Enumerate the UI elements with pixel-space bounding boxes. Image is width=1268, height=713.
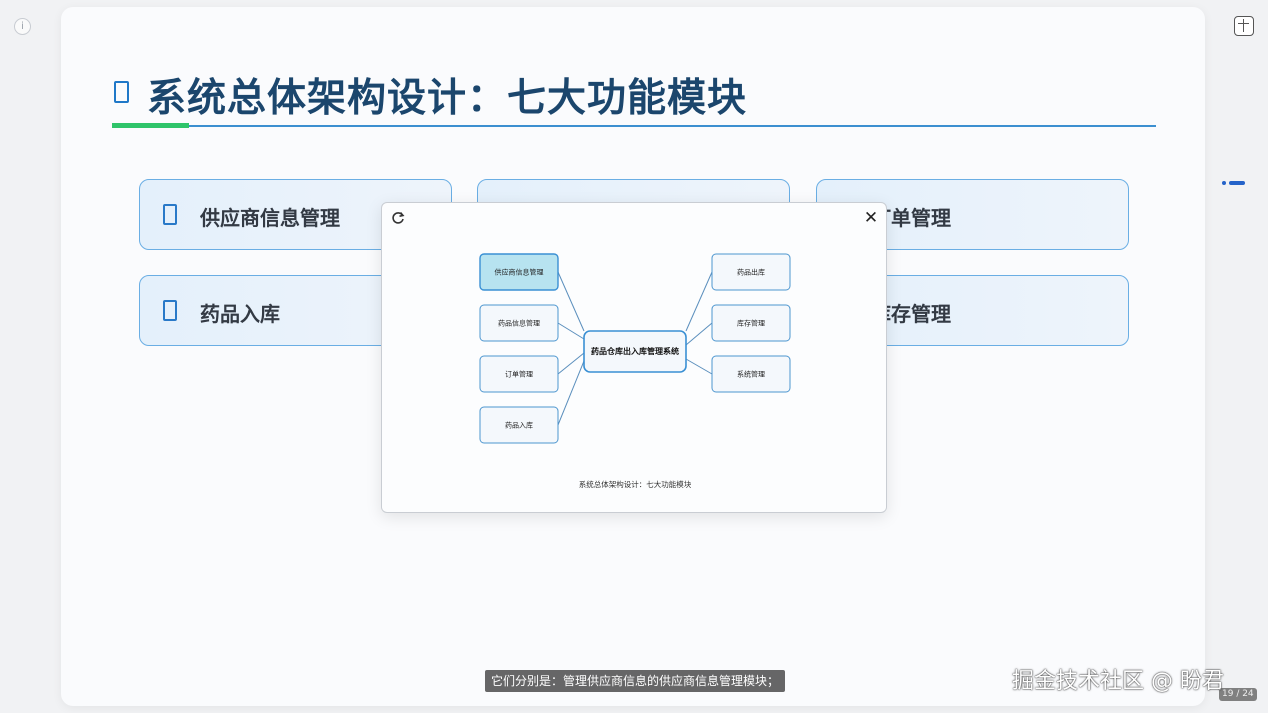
module-card-icon bbox=[163, 204, 177, 225]
mindmap-popup: ✕ 供应商信息管理 药品信息管理 订单管理 药品入库 药品仓库出入库管理系统 药… bbox=[381, 202, 887, 513]
module-card-icon bbox=[163, 300, 177, 321]
node-label: 供应商信息管理 bbox=[495, 268, 544, 277]
watermark: 掘金技术社区 @ 盼君 bbox=[1012, 669, 1224, 694]
node-order: 订单管理 bbox=[479, 355, 559, 393]
node-label: 药品出库 bbox=[737, 268, 765, 277]
info-icon[interactable]: i bbox=[14, 18, 31, 35]
node-label: 药品信息管理 bbox=[498, 319, 540, 328]
title-bullet-icon bbox=[114, 81, 129, 103]
node-inventory: 库存管理 bbox=[711, 304, 791, 342]
node-label: 订单管理 bbox=[505, 370, 533, 379]
node-inbound: 药品入库 bbox=[479, 406, 559, 444]
node-outbound: 药品出库 bbox=[711, 253, 791, 291]
module-card-label: 供应商信息管理 bbox=[200, 206, 340, 230]
fullscreen-toggle-icon[interactable] bbox=[1234, 16, 1254, 36]
node-system: 系统管理 bbox=[711, 355, 791, 393]
title-divider-accent bbox=[112, 123, 189, 128]
slide-title: 系统总体架构设计：七大功能模块 bbox=[147, 76, 748, 121]
diagram-caption: 系统总体架构设计：七大功能模块 bbox=[578, 480, 692, 489]
node-label: 系统管理 bbox=[737, 370, 765, 379]
node-drug-info: 药品信息管理 bbox=[479, 304, 559, 342]
mindmap-diagram: 供应商信息管理 药品信息管理 订单管理 药品入库 药品仓库出入库管理系统 药品出… bbox=[479, 253, 791, 444]
title-divider bbox=[112, 125, 1156, 127]
video-subtitle: 它们分别是：管理供应商信息的供应商信息管理模块； bbox=[485, 670, 786, 692]
node-center: 药品仓库出入库管理系统 bbox=[583, 330, 687, 373]
node-label: 药品入库 bbox=[505, 421, 533, 430]
module-card-label: 药品入库 bbox=[200, 302, 280, 326]
page-counter: 19 / 24 bbox=[1219, 688, 1257, 701]
slide-nav-active-indicator[interactable] bbox=[1229, 181, 1245, 185]
center-node-label: 药品仓库出入库管理系统 bbox=[591, 346, 679, 356]
slide-nav-dot[interactable] bbox=[1222, 181, 1226, 185]
node-label: 库存管理 bbox=[737, 319, 765, 328]
node-supplier-info: 供应商信息管理 bbox=[479, 253, 559, 291]
